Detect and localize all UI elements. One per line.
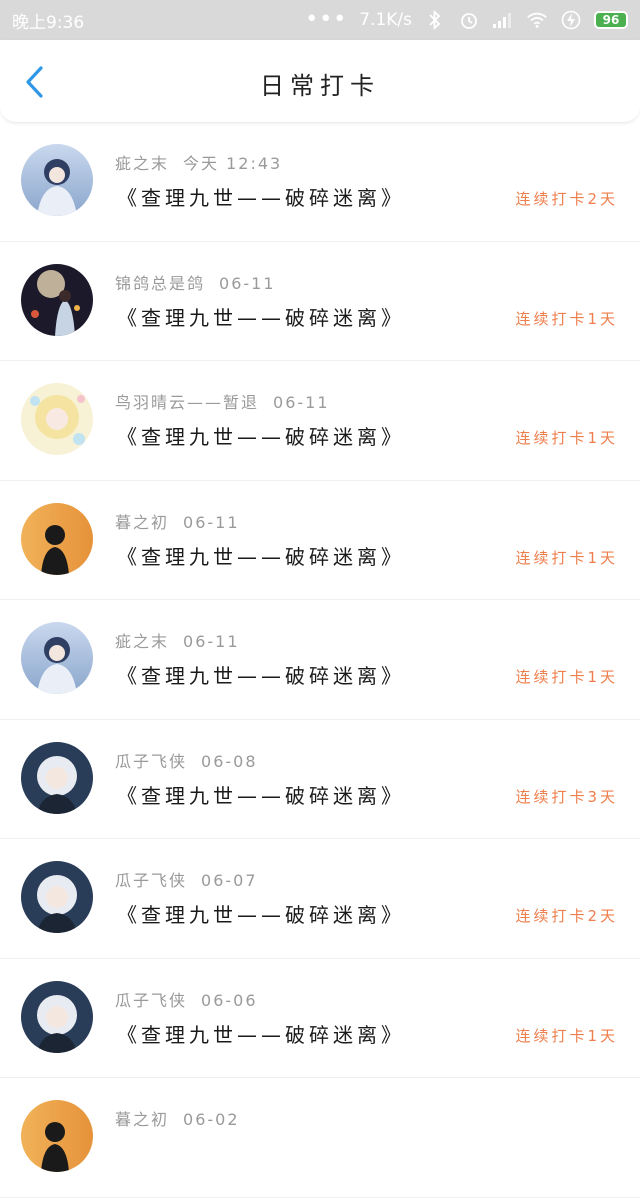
user-name[interactable]: 瓜子飞侠 [115, 871, 187, 890]
entry-meta: 瓜子飞侠 06-07 [115, 867, 258, 891]
avatar[interactable] [21, 502, 93, 575]
entry-meta: 暮之初 06-02 [115, 1106, 240, 1130]
entry-meta: 瓜子飞侠 06-06 [115, 987, 258, 1011]
list-item[interactable]: 锦鸽总是鸽 06-11 《查理九世——破碎迷离》 连续打卡1天 [0, 242, 640, 361]
avatar[interactable] [21, 861, 93, 933]
entry-meta: 鸟羽晴云——暂退 06-11 [115, 389, 330, 413]
more-dots-icon: ••• [305, 7, 348, 32]
streak-label: 连续打卡3天 [515, 787, 618, 806]
streak-label: 连续打卡1天 [515, 668, 618, 686]
entry-date: 今天 12:43 [183, 154, 283, 173]
avatar[interactable] [21, 622, 93, 694]
user-name[interactable]: 锦鸽总是鸽 [115, 274, 205, 293]
user-name[interactable]: 暮之初 [115, 513, 169, 532]
entry-date: 06-11 [183, 632, 240, 651]
streak-label: 连续打卡1天 [515, 309, 618, 328]
network-speed: 7.1K/s [359, 10, 412, 30]
streak-label: 连续打卡1天 [515, 1026, 618, 1045]
list-item[interactable]: 鸟羽晴云——暂退 06-11 《查理九世——破碎迷离》 连续打卡1天 [0, 361, 640, 481]
status-right: ••• 7.1K/s 96 [305, 9, 628, 31]
list-item[interactable]: 暮之初 06-11 《查理九世——破碎迷离》 连续打卡1天 [0, 481, 640, 600]
streak-label: 连续打卡2天 [515, 907, 618, 925]
list-item[interactable]: 疵之末 06-11 《查理九世——破碎迷离》 连续打卡1天 [0, 600, 640, 720]
entry-meta: 疵之末 06-11 [115, 628, 240, 652]
entry-meta: 暮之初 06-11 [115, 509, 240, 533]
entry-date: 06-08 [201, 751, 258, 771]
list-item[interactable]: 疵之末 今天 12:43 《查理九世——破碎迷离》 连续打卡2天 [0, 122, 640, 242]
streak-label: 连续打卡1天 [515, 548, 618, 567]
avatar[interactable] [21, 144, 93, 216]
avatar[interactable] [21, 741, 93, 814]
list-item[interactable]: 瓜子飞侠 06-07 《查理九世——破碎迷离》 连续打卡2天 [0, 839, 640, 959]
streak-label: 连续打卡2天 [515, 190, 618, 208]
entry-date: 06-11 [219, 273, 276, 293]
entry-date: 06-02 [183, 1110, 240, 1129]
user-name[interactable]: 鸟羽晴云——暂退 [115, 393, 259, 412]
book-title: 《查理九世——破碎迷离》 [117, 664, 405, 688]
alarm-icon [458, 9, 480, 31]
book-title: 《查理九世——破碎迷离》 [117, 1022, 405, 1047]
book-title: 《查理九世——破碎迷离》 [117, 544, 405, 569]
avatar[interactable] [21, 263, 93, 336]
page-title: 日常打卡 [260, 72, 380, 100]
entry-meta: 瓜子飞侠 06-08 [115, 748, 258, 772]
avatar[interactable] [21, 980, 93, 1053]
status-bar: 晚上9:36 ••• 7.1K/s 96 [0, 0, 640, 40]
checkin-list: 疵之末 今天 12:43 《查理九世——破碎迷离》 连续打卡2天 锦鸽总是鸽 06-… [0, 122, 640, 1198]
wifi-icon [526, 9, 548, 31]
entry-date: 06-11 [273, 393, 330, 412]
book-title: 《查理九世——破碎迷离》 [117, 783, 405, 808]
app-header: 日常打卡 [0, 40, 640, 123]
entry-date: 06-06 [201, 990, 258, 1010]
entry-meta: 疵之末 今天 12:43 [115, 150, 282, 174]
entry-meta: 锦鸽总是鸽 06-11 [115, 270, 276, 294]
entry-date: 06-11 [183, 512, 240, 532]
user-name[interactable]: 暮之初 [115, 1110, 169, 1129]
streak-label: 连续打卡1天 [515, 429, 618, 447]
book-title: 《查理九世——破碎迷离》 [117, 425, 405, 449]
status-left: 晚上9:36 [12, 8, 84, 33]
bluetooth-icon [424, 9, 446, 31]
list-item[interactable]: 瓜子飞侠 06-08 《查理九世——破碎迷离》 连续打卡3天 [0, 720, 640, 839]
signal-icon [492, 9, 514, 31]
book-title: 《查理九世——破碎迷离》 [117, 305, 405, 330]
user-name[interactable]: 疵之末 [115, 154, 169, 173]
book-title: 《查理九世——破碎迷离》 [117, 186, 405, 210]
user-name[interactable]: 瓜子飞侠 [115, 752, 187, 771]
book-title: 《查理九世——破碎迷离》 [117, 903, 405, 927]
charging-icon [560, 9, 582, 31]
user-name[interactable]: 瓜子飞侠 [115, 991, 187, 1010]
avatar[interactable] [21, 1100, 93, 1172]
user-name[interactable]: 疵之末 [115, 632, 169, 651]
avatar[interactable] [21, 383, 93, 455]
list-item[interactable]: 瓜子飞侠 06-06 《查理九世——破碎迷离》 连续打卡1天 [0, 959, 640, 1078]
battery-indicator: 96 [594, 11, 628, 29]
entry-date: 06-07 [201, 871, 258, 890]
status-time: 晚上9:36 [12, 12, 85, 33]
